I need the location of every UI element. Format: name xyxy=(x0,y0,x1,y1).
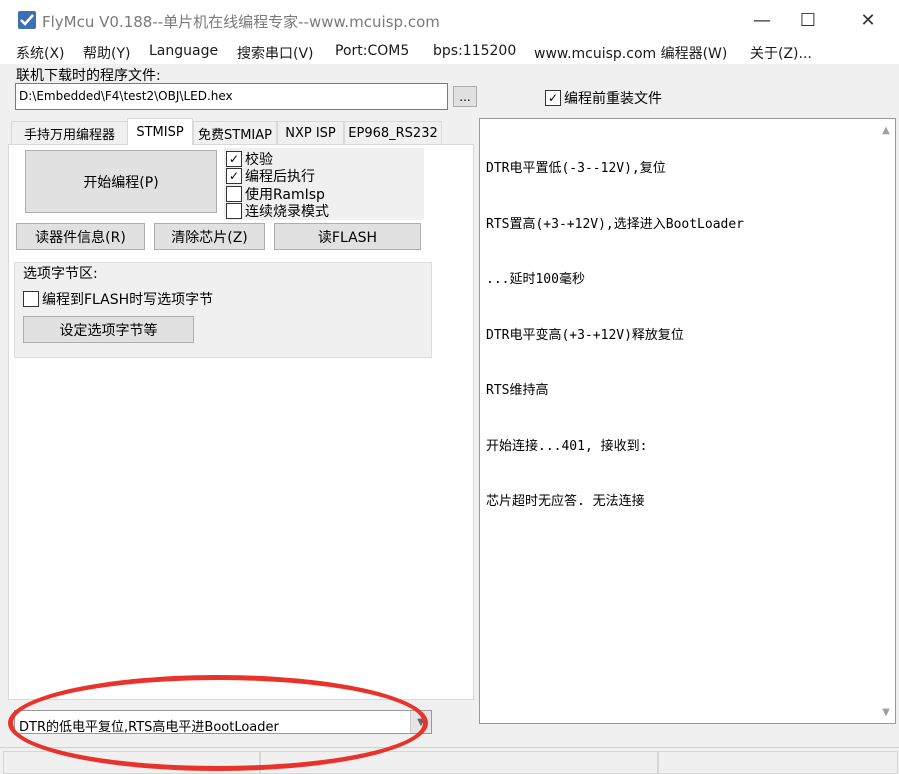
ramisp-checkbox[interactable] xyxy=(226,186,242,202)
tab-stmisp[interactable]: STMISP xyxy=(127,118,193,145)
menu-help[interactable]: 帮助(Y) xyxy=(83,43,130,63)
tab-stmiap[interactable]: 免费STMIAP xyxy=(193,121,277,144)
tab-ep968[interactable]: EP968_RS232 xyxy=(344,121,442,144)
menu-bps[interactable]: bps:115200 xyxy=(433,43,516,59)
continuous-checkbox[interactable] xyxy=(226,203,242,219)
log-output[interactable]: DTR电平置低(-3--12V),复位 RTS置高(+3-+12V),选择进入B… xyxy=(479,118,896,724)
log-line: 芯片超时无应答. 无法连接 xyxy=(486,494,645,509)
verify-checkbox[interactable]: ✓ xyxy=(226,151,242,167)
menu-programmer[interactable]: www.mcuisp.com 编程器(W) xyxy=(534,43,727,63)
erase-chip-button[interactable]: 清除芯片(Z) xyxy=(154,223,265,250)
reset-mode-select[interactable]: DTR的低电平复位,RTS高电平进BootLoader xyxy=(14,710,432,735)
menu-port[interactable]: Port:COM5 xyxy=(335,43,409,59)
menu-bar: 系统(X) 帮助(Y) Language 搜索串口(V) Port:COM5 b… xyxy=(0,40,899,64)
write-option-bytes[interactable]: 编程到FLASH时写选项字节 xyxy=(23,289,213,309)
read-flash-button[interactable]: 读FLASH xyxy=(274,223,421,250)
log-line: 开始连接...401, 接收到: xyxy=(486,438,648,454)
write-option-label: 编程到FLASH时写选项字节 xyxy=(42,292,214,308)
log-line: DTR电平置低(-3--12V),复位 xyxy=(486,161,666,176)
continuous-label: 连续烧录模式 xyxy=(245,204,329,220)
scroll-down-icon[interactable]: ▼ xyxy=(879,705,893,719)
app-icon xyxy=(18,11,36,29)
minimize-button[interactable]: — xyxy=(739,0,785,40)
status-bar xyxy=(0,747,899,774)
start-programming-button[interactable]: 开始编程(P) xyxy=(25,150,217,213)
log-line: RTS置高(+3-+12V),选择进入BootLoader xyxy=(486,216,745,232)
chevron-down-icon[interactable]: ▼ xyxy=(410,711,431,733)
menu-search-port[interactable]: 搜索串口(V) xyxy=(237,43,314,63)
read-device-info-button[interactable]: 读器件信息(R) xyxy=(16,223,145,250)
window-title: FlyMcu V0.188--单片机在线编程专家--www.mcuisp.com xyxy=(42,13,440,31)
set-option-bytes-button[interactable]: 设定选项字节等 xyxy=(23,316,194,343)
file-label: 联机下载时的程序文件: xyxy=(16,68,161,84)
status-cell xyxy=(3,751,260,774)
maximize-button[interactable]: ☐ xyxy=(785,0,831,40)
file-path-field[interactable]: D:\Embedded\F4\test2\OBJ\LED.hex xyxy=(15,83,448,110)
close-button[interactable]: ✕ xyxy=(845,0,891,40)
status-cell xyxy=(658,751,898,774)
reload-checkbox[interactable]: ✓ xyxy=(545,90,561,106)
option-group-title: 选项字节区: xyxy=(23,266,98,282)
tab-handheld[interactable]: 手持万用编程器 xyxy=(11,121,128,144)
tab-nxp-isp[interactable]: NXP ISP xyxy=(277,121,344,144)
menu-system[interactable]: 系统(X) xyxy=(16,43,65,63)
reload-label: 编程前重装文件 xyxy=(564,91,662,107)
write-option-checkbox[interactable] xyxy=(23,291,39,307)
log-lines: DTR电平置低(-3--12V),复位 RTS置高(+3-+12V),选择进入B… xyxy=(486,123,744,549)
browse-button[interactable]: ... xyxy=(453,86,477,107)
log-line: DTR电平变高(+3-+12V)释放复位 xyxy=(486,327,684,343)
run-after-label: 编程后执行 xyxy=(245,169,315,185)
menu-language[interactable]: Language xyxy=(149,43,218,59)
reload-option[interactable]: ✓ 编程前重装文件 xyxy=(545,88,662,108)
scroll-up-icon[interactable]: ▲ xyxy=(879,123,893,137)
log-line: RTS维持高 xyxy=(486,383,549,398)
run-after-option[interactable]: ✓ 编程后执行 xyxy=(226,166,315,186)
continuous-option[interactable]: 连续烧录模式 xyxy=(226,201,329,221)
run-after-checkbox[interactable]: ✓ xyxy=(226,168,242,184)
status-cell xyxy=(260,751,658,774)
log-line: ...延时100毫秒 xyxy=(486,272,585,287)
menu-about[interactable]: 关于(Z)... xyxy=(750,43,812,63)
